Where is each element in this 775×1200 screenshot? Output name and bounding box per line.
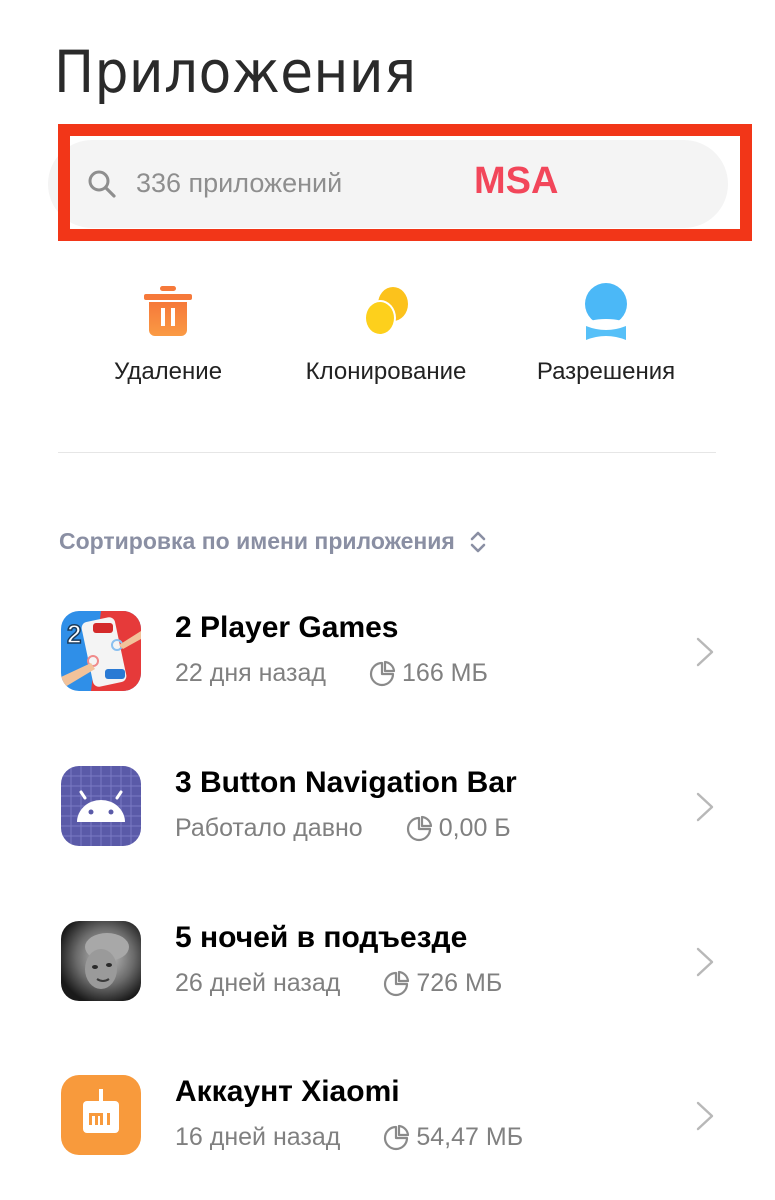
last-used: 22 дня назад xyxy=(175,659,327,687)
permissions-label: Разрешения xyxy=(536,358,676,385)
app-name: 2 Player Games xyxy=(175,611,399,644)
uninstall-label: Удаление xyxy=(113,358,223,385)
app-list-item[interactable]: Аккаунт Xiaomi 16 дней назад 54,47 МБ xyxy=(0,1075,775,1185)
app-size: 166 МБ xyxy=(402,659,488,687)
last-used: 16 дней назад xyxy=(175,1123,341,1151)
app-details: 22 дня назад 166 МБ xyxy=(175,659,488,688)
app-details: Работало давно 0,00 Б xyxy=(175,814,511,843)
app-icon-2-player-games: 2 xyxy=(61,611,141,691)
last-used: Работало давно xyxy=(175,814,363,842)
chevron-right-icon xyxy=(696,637,714,667)
app-list-item[interactable]: 3 Button Navigation Bar Работало давно 0… xyxy=(0,766,775,876)
app-size: 0,00 Б xyxy=(438,814,511,842)
app-size: 726 МБ xyxy=(416,969,503,997)
app-size: 54,47 МБ xyxy=(416,1123,524,1151)
divider xyxy=(58,452,716,453)
storage-pie-icon xyxy=(384,970,410,996)
storage-pie-icon xyxy=(384,1124,410,1150)
storage-pie-icon xyxy=(369,660,396,686)
sort-toggle-icon xyxy=(470,531,486,552)
permissions-icon xyxy=(585,283,627,340)
storage-pie-icon xyxy=(406,815,432,841)
app-details: 16 дней назад 54,47 МБ xyxy=(175,1123,523,1152)
quick-actions: Удаление Клонирование Разрешения xyxy=(0,282,775,392)
clone-icon xyxy=(364,287,408,336)
app-icon-xiaomi-account xyxy=(61,1075,141,1155)
app-list-item[interactable]: 5 ночей в подъезде 26 дней назад 726 МБ xyxy=(0,921,775,1031)
svg-text:2: 2 xyxy=(67,619,81,649)
annotation-label: MSA xyxy=(474,160,559,202)
app-details: 26 дней назад 726 МБ xyxy=(175,969,502,998)
app-list-item[interactable]: 2 2 Player Games 22 дня назад 166 МБ xyxy=(0,611,775,721)
app-name: 5 ночей в подъезде xyxy=(175,921,468,954)
app-name: 3 Button Navigation Bar xyxy=(175,766,517,799)
chevron-right-icon xyxy=(696,792,714,822)
sort-label: Сортировка по имени приложения xyxy=(59,528,455,554)
trash-icon xyxy=(144,286,192,336)
app-icon-3-button-navigation-bar xyxy=(61,766,141,846)
app-icon-5-nochey-v-podezde xyxy=(61,921,141,1001)
annotation-highlight-box xyxy=(58,124,752,241)
chevron-right-icon xyxy=(696,1101,714,1131)
page-title: Приложения xyxy=(54,38,417,106)
chevron-right-icon xyxy=(696,947,714,977)
app-name: Аккаунт Xiaomi xyxy=(175,1075,400,1108)
sort-selector[interactable]: Сортировка по имени приложения xyxy=(59,528,487,555)
last-used: 26 дней назад xyxy=(175,969,341,997)
dual-apps-label: Клонирование xyxy=(305,358,467,385)
